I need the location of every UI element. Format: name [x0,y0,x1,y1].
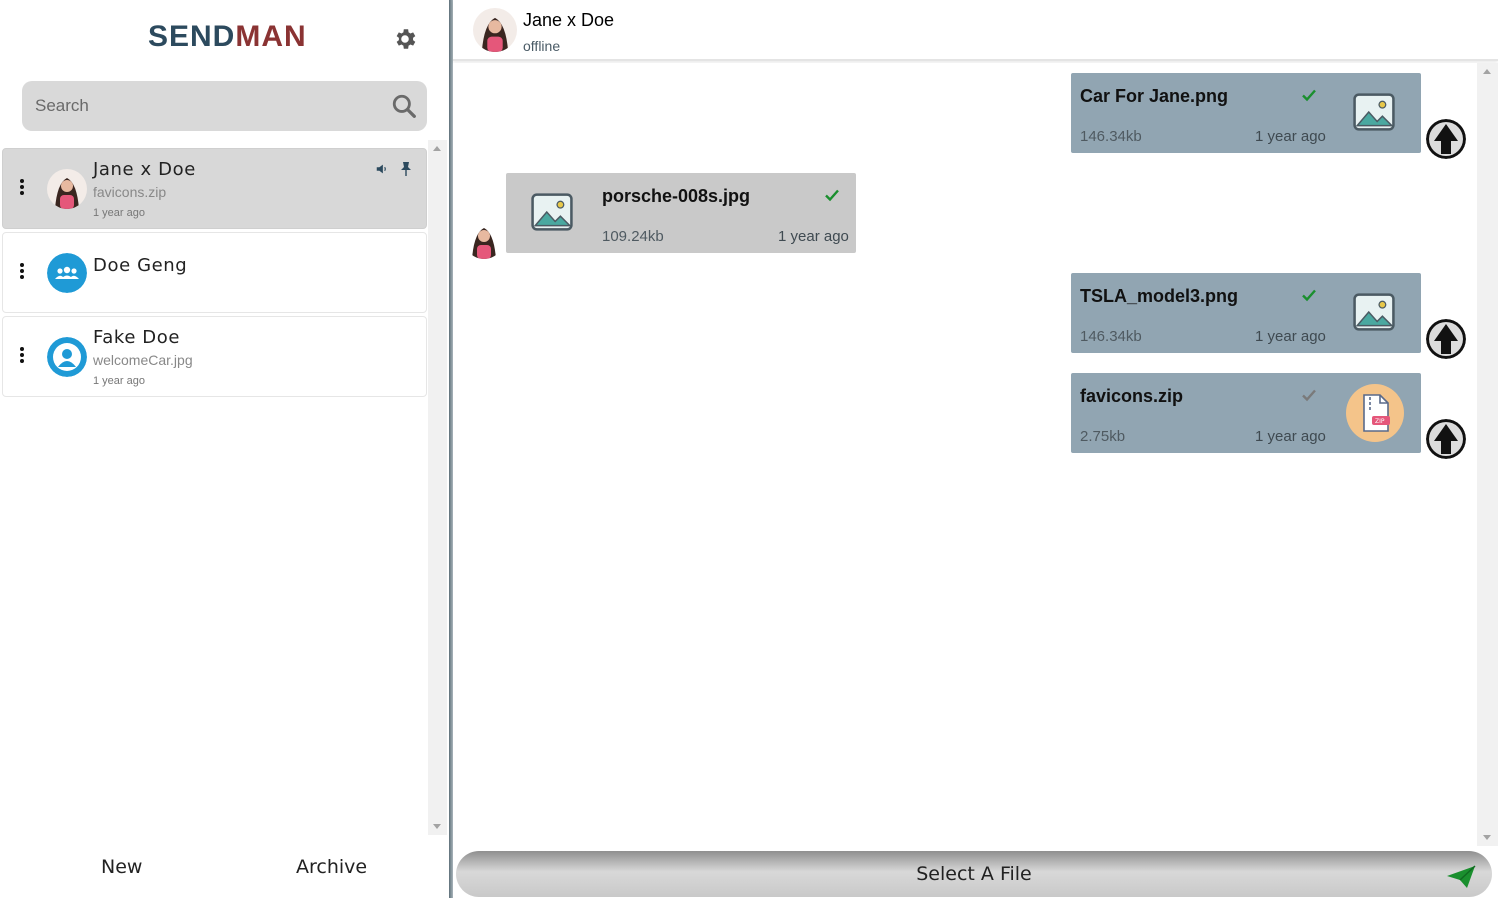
chat-options-icon[interactable] [17,263,27,283]
chat-name: Doe Geng [93,255,188,276]
sender-avatar [1426,119,1466,159]
message-bubble[interactable]: favicons.zip 2.75kb 1 year ago ZIP [1071,373,1421,453]
image-file-icon[interactable] [1353,93,1395,131]
file-name: favicons.zip [1080,386,1184,406]
chat-options-icon[interactable] [17,347,27,367]
select-file-label: Select A File [916,863,1032,885]
contact-status: offline [523,38,561,54]
chat-time: 1 year ago [93,207,145,219]
scroll-down-icon[interactable] [433,824,441,829]
chat-item-doe-geng[interactable]: Doe Geng [2,232,427,313]
group-avatar [47,253,87,293]
scroll-down-icon[interactable] [1483,835,1491,840]
message-time: 1 year ago [1255,328,1326,345]
file-size: 109.24kb [602,228,664,245]
file-name: TSLA_model3.png [1080,286,1239,306]
sidebar-scrollbar[interactable] [428,140,447,835]
message-time: 1 year ago [778,228,849,245]
logo-part-man: MAN [235,20,307,53]
chat-last-file: welcomeCar.jpg [93,352,193,368]
sender-avatar [1426,319,1466,359]
scroll-up-icon[interactable] [1483,69,1491,74]
send-icon[interactable] [1446,864,1476,890]
image-file-icon[interactable] [531,193,573,231]
app-logo: SENDMAN [148,20,307,54]
chat-list: Jane x Doe favicons.zip 1 year ago Doe G… [2,148,427,400]
speaker-icon [376,164,386,174]
search-input[interactable] [22,96,391,116]
logo-part-send: SEND [148,20,236,53]
contact-name: Jane x Doe [523,10,615,30]
chat-name: Jane x Doe [93,159,196,180]
user-avatar [47,337,87,377]
chat-options-icon[interactable] [17,179,27,199]
check-icon [1302,289,1316,302]
message-bubble[interactable]: TSLA_model3.png 146.34kb 1 year ago [1071,273,1421,353]
settings-gear-icon[interactable] [392,26,418,52]
chat-name: Fake Doe [93,327,181,348]
pin-icon [401,162,411,176]
message-bubble[interactable]: porsche-008s.jpg 109.24kb 1 year ago [506,173,856,253]
archive-button[interactable]: Archive [296,856,367,878]
message-time: 1 year ago [1255,128,1326,145]
new-button[interactable]: New [101,856,142,878]
file-size: 146.34kb [1080,128,1142,145]
zip-file-icon[interactable]: ZIP [1345,383,1405,443]
avatar [47,169,87,209]
search-box [22,81,427,131]
sender-avatar [1426,419,1466,459]
check-icon [1302,89,1316,102]
chat-header: Jane x Doe offline [453,0,1498,61]
scroll-up-icon[interactable] [433,146,441,151]
contact-avatar [464,219,504,259]
file-name: porsche-008s.jpg [602,186,751,206]
avatar[interactable] [473,8,517,52]
check-icon [1302,389,1316,402]
chat-item-jane-x-doe[interactable]: Jane x Doe favicons.zip 1 year ago [2,148,427,229]
search-icon[interactable] [391,93,417,119]
file-size: 146.34kb [1080,328,1142,345]
file-size: 2.75kb [1080,428,1126,445]
chat-last-file: favicons.zip [93,184,167,200]
message-time: 1 year ago [1255,428,1326,445]
message-bubble[interactable]: Car For Jane.png 146.34kb 1 year ago [1071,73,1421,153]
sidebar: SENDMAN Jane x Doe favicons.zip 1 y [0,0,449,898]
file-name: Car For Jane.png [1080,86,1229,106]
select-file-button[interactable]: Select A File [456,851,1492,897]
chat-time: 1 year ago [93,375,145,387]
message-area: Car For Jane.png 146.34kb 1 year ago por… [453,63,1477,846]
chat-item-fake-doe[interactable]: Fake Doe welcomeCar.jpg 1 year ago [2,316,427,397]
check-icon [825,189,839,202]
svg-text:ZIP: ZIP [1375,418,1385,425]
messages-scrollbar[interactable] [1477,63,1498,846]
image-file-icon[interactable] [1353,293,1395,331]
